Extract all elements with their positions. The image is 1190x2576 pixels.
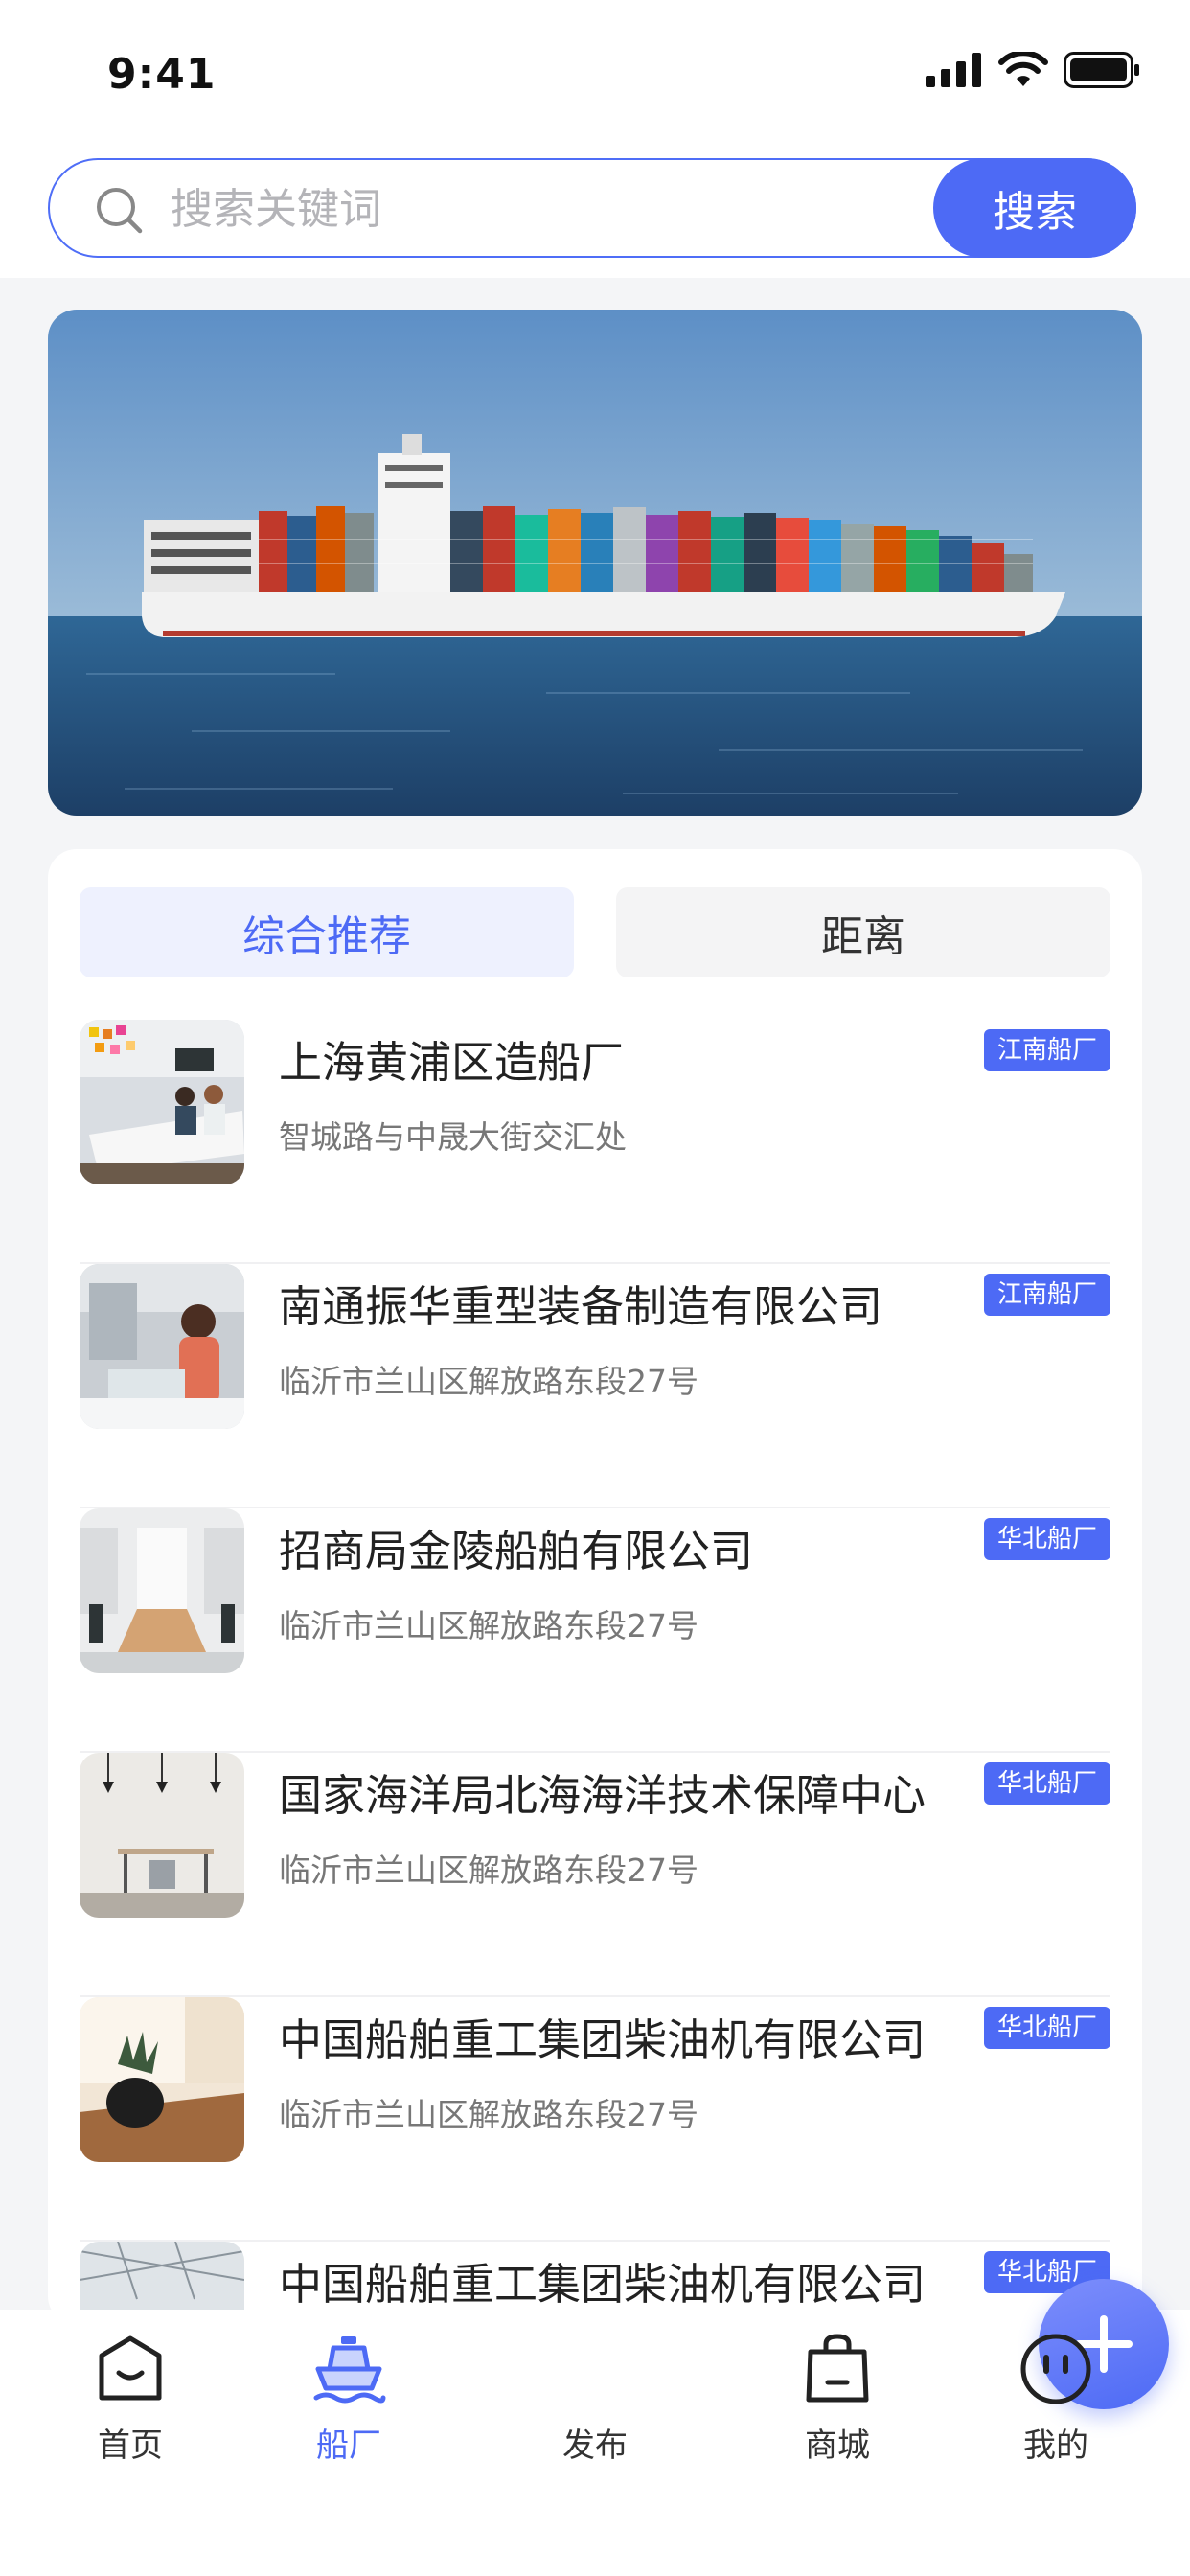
nav-home-label: 首页 xyxy=(98,2426,163,2465)
shipyard-thumbnail xyxy=(80,1508,244,1673)
shipyard-tag: 华北船厂 xyxy=(983,1518,1110,1560)
shipyard-tag: 江南船厂 xyxy=(983,1274,1110,1316)
wifi-icon xyxy=(998,52,1048,86)
shipyard-address: 临沂市兰山区解放路东段27号 xyxy=(279,1363,698,1400)
shipyard-address: 智城路与中晟大街交汇处 xyxy=(279,1118,627,1156)
status-bar: 9:41 xyxy=(0,0,1190,144)
tab-recommended[interactable]: 综合推荐 xyxy=(80,887,574,978)
shipyard-address: 临沂市兰山区解放路东段27号 xyxy=(279,2096,698,2133)
nav-publish-label: 发布 xyxy=(562,2426,628,2465)
nav-shipyard[interactable]: 船厂 xyxy=(263,2310,435,2501)
shipyard-tag: 江南船厂 xyxy=(983,1029,1110,1071)
list-item[interactable]: 招商局金陵船舶有限公司 临沂市兰山区解放路东段27号 华北船厂 xyxy=(80,1508,1110,1753)
shipyard-name: 中国船舶重工集团柴油机有限公司 xyxy=(279,2259,927,2310)
shipyard-thumbnail xyxy=(80,1997,244,2162)
shipyard-thumbnail xyxy=(80,1020,244,1184)
shipyard-name: 招商局金陵船舶有限公司 xyxy=(279,1526,754,1576)
shipyard-thumbnail xyxy=(80,1753,244,1918)
shipyard-address: 临沂市兰山区解放路东段27号 xyxy=(279,1607,698,1644)
shipyard-tag: 华北船厂 xyxy=(983,2007,1110,2049)
nav-profile-label: 我的 xyxy=(1023,2426,1088,2465)
home-icon xyxy=(99,2335,162,2401)
ship-icon xyxy=(313,2336,386,2404)
list-item[interactable]: 上海黄浦区造船厂 智城路与中晟大街交汇处 江南船厂 xyxy=(80,1020,1110,1264)
cellular-signal-icon xyxy=(926,53,981,87)
list-item[interactable]: 南通振华重型装备制造有限公司 临沂市兰山区解放路东段27号 江南船厂 xyxy=(80,1264,1110,1508)
shipyard-list: 上海黄浦区造船厂 智城路与中晟大街交汇处 江南船厂 南通振华重型装备制造有限公司… xyxy=(80,1020,1110,2325)
bottom-tab-bar: 首页 船厂 发布 商城 我的 xyxy=(0,2279,1190,2576)
status-time: 9:41 xyxy=(107,50,217,99)
sort-tabs: 综合推荐 距离 xyxy=(80,887,1110,978)
nav-publish[interactable]: 发布 xyxy=(509,2279,1169,2501)
nav-profile[interactable]: 我的 xyxy=(970,2310,1142,2501)
search-icon xyxy=(97,188,143,234)
shipyard-thumbnail xyxy=(80,1264,244,1429)
shipyard-name: 上海黄浦区造船厂 xyxy=(279,1037,625,1088)
battery-icon xyxy=(1064,52,1139,88)
search-box[interactable]: 搜索 xyxy=(48,158,1136,258)
shipyard-name: 中国船舶重工集团柴油机有限公司 xyxy=(279,2014,927,2065)
nav-mall[interactable]: 商城 xyxy=(751,2310,924,2501)
container-ship-image xyxy=(48,310,1142,816)
shipyard-list-card: 综合推荐 距离 上海黄浦区造船厂 智城路与中晟大街交汇处 江南船厂 南通振华重型… xyxy=(48,849,1142,2325)
shipyard-tag: 华北船厂 xyxy=(983,1762,1110,1805)
shopping-bag-icon xyxy=(806,2334,869,2403)
list-item[interactable]: 中国船舶重工集团柴油机有限公司 临沂市兰山区解放路东段27号 华北船厂 xyxy=(80,1997,1110,2242)
profile-icon xyxy=(1020,2334,1091,2404)
shipyard-address: 临沂市兰山区解放路东段27号 xyxy=(279,1852,698,1889)
list-item[interactable]: 国家海洋局北海海洋技术保障中心 临沂市兰山区解放路东段27号 华北船厂 xyxy=(80,1753,1110,1997)
nav-home[interactable]: 首页 xyxy=(44,2310,217,2501)
shipyard-name: 南通振华重型装备制造有限公司 xyxy=(279,1281,883,1332)
nav-mall-label: 商城 xyxy=(805,2426,870,2465)
banner-image-container-ship[interactable] xyxy=(48,310,1142,816)
nav-shipyard-label: 船厂 xyxy=(316,2426,381,2465)
search-bar: 搜索 xyxy=(0,144,1190,278)
tab-distance[interactable]: 距离 xyxy=(616,887,1110,978)
search-button[interactable]: 搜索 xyxy=(933,158,1136,258)
shipyard-name: 国家海洋局北海海洋技术保障中心 xyxy=(279,1770,927,1821)
search-input[interactable] xyxy=(169,160,843,258)
